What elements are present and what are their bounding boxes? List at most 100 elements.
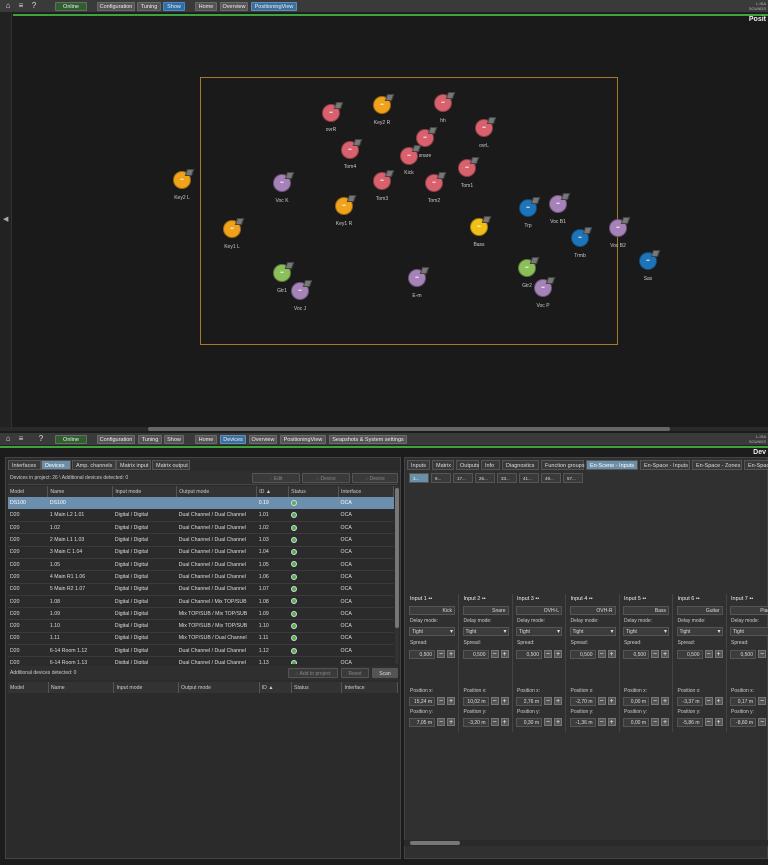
help-icon[interactable]: ? <box>29 1 39 11</box>
vertical-scrollbar[interactable] <box>395 486 399 664</box>
tab-diagnostics[interactable]: Diagnostics <box>502 460 539 470</box>
menu-icon[interactable]: ≡ <box>16 434 26 444</box>
tab-matrix-output[interactable]: Matrix output <box>152 460 190 470</box>
decrease-button[interactable]: − <box>758 650 766 658</box>
table-row[interactable]: D20 1.02 Digital / Digital Dual Channel / D… <box>8 521 394 535</box>
page-tab[interactable]: 49... <box>541 473 561 483</box>
input-node[interactable]: •• <box>322 102 344 122</box>
table-row[interactable]: D20 1 Main L2 1.01 Digital / Digital Dual C… <box>8 509 394 523</box>
input-name-field[interactable]: Guitar <box>676 606 723 615</box>
online-button[interactable]: Online <box>55 435 87 444</box>
tab-inputs[interactable]: Inputs <box>407 460 430 470</box>
input-name-field[interactable]: Bass <box>623 606 669 615</box>
column-header[interactable]: Model <box>8 486 49 497</box>
increase-button[interactable]: + <box>447 697 455 705</box>
increase-button[interactable]: + <box>714 718 723 726</box>
input-name-field[interactable]: OVH-L <box>516 606 562 615</box>
position-x-value[interactable]: 15,24 m <box>409 697 435 706</box>
configuration-button[interactable]: Configuration <box>97 435 135 444</box>
home-icon[interactable]: ⌂ <box>3 434 13 444</box>
scrollbar-thumb[interactable] <box>410 841 460 845</box>
page-tab[interactable]: 25... <box>475 473 495 483</box>
delay-mode-select[interactable]: Tight▾ <box>569 627 616 637</box>
node-handle-icon[interactable] <box>650 250 661 257</box>
tab-overview[interactable]: Overview <box>220 2 248 11</box>
position-x-value[interactable]: -3,37 m <box>676 697 703 706</box>
column-header[interactable]: Status <box>291 682 343 693</box>
add-to-project-button[interactable]: ◌ Add to project <box>288 668 338 678</box>
delay-mode-select[interactable]: Tight▾ <box>623 627 669 636</box>
input-name-field[interactable]: Piano <box>730 606 768 615</box>
table-row[interactable]: DS100 DS100 0.19 OCA <box>8 497 394 510</box>
table-row[interactable]: D20 1.08 Digital / Digital Dual Channel / M… <box>8 595 394 609</box>
input-node[interactable]: •• <box>425 172 447 192</box>
input-node[interactable]: •• <box>518 257 540 277</box>
input-node[interactable]: •• <box>609 217 631 237</box>
scrollbar-thumb[interactable] <box>148 427 670 431</box>
increase-button[interactable]: + <box>714 650 723 658</box>
chevron-down-icon[interactable]: ▾ <box>610 628 613 637</box>
increase-button[interactable]: + <box>554 718 562 726</box>
table-row[interactable]: D20 4 Main R1 1.06 Digital / Digital Dual C… <box>8 570 394 584</box>
add-device-button[interactable]: ◌ Device <box>352 473 398 483</box>
show-button[interactable]: Show <box>164 435 184 444</box>
position-x-value[interactable]: 0,17 m <box>730 697 756 706</box>
positioning-canvas[interactable]: ◀ Posit •• ovrR •• Key2 R •• hh •• ovrL •• snare •… <box>0 13 768 431</box>
decrease-button[interactable]: − <box>704 718 713 726</box>
tab-devices[interactable]: Devices <box>41 460 71 470</box>
decrease-button[interactable]: − <box>490 697 499 705</box>
increase-button[interactable]: + <box>500 650 509 658</box>
column-header[interactable]: Interface <box>341 682 398 693</box>
column-header[interactable]: Name <box>48 682 115 693</box>
input-node[interactable]: •• <box>335 195 357 215</box>
tab-function-groups[interactable]: Function groups <box>541 460 584 470</box>
page-tab[interactable]: 57... <box>563 473 583 483</box>
chevron-down-icon[interactable]: ▾ <box>450 628 453 637</box>
position-y-value[interactable]: -8,60 m <box>730 718 756 727</box>
input-node[interactable]: •• <box>291 280 313 300</box>
position-x-value[interactable]: 0,00 m <box>623 697 649 706</box>
tab-matrix[interactable]: Matrix <box>432 460 454 470</box>
delay-mode-select[interactable]: Tight▾ <box>409 627 455 636</box>
increase-button[interactable]: + <box>607 650 616 658</box>
decrease-button[interactable]: − <box>651 697 659 705</box>
tab-en-scene-inputs[interactable]: En-Scene - Inputs <box>586 460 638 470</box>
increase-button[interactable]: + <box>661 650 669 658</box>
delay-mode-select[interactable]: Tight▾ <box>462 627 509 636</box>
tab-info[interactable]: Info <box>481 460 500 470</box>
position-y-value[interactable]: 0,30 m <box>516 718 542 727</box>
decrease-button[interactable]: − <box>544 650 552 658</box>
spread-value[interactable]: 0,500 <box>569 650 596 659</box>
decrease-button[interactable]: − <box>597 718 606 726</box>
input-name-field[interactable]: Snare <box>462 606 509 615</box>
tab-home[interactable]: Home <box>195 2 217 11</box>
input-node[interactable]: •• <box>549 193 571 213</box>
input-node[interactable]: •• <box>273 172 295 192</box>
decrease-button[interactable]: − <box>704 650 713 658</box>
decrease-button[interactable]: − <box>651 718 659 726</box>
tuning-button[interactable]: Tuning <box>138 435 162 444</box>
scan-button[interactable]: Scan <box>372 668 398 678</box>
increase-button[interactable]: + <box>661 718 669 726</box>
decrease-button[interactable]: − <box>490 650 499 658</box>
tab-en-space-inputs[interactable]: En-Space - Inputs <box>744 460 768 470</box>
input-node[interactable]: •• <box>534 277 556 297</box>
column-header[interactable]: Output mode <box>176 486 258 497</box>
spread-value[interactable]: 0,500 <box>409 650 435 659</box>
page-tab[interactable]: 41... <box>519 473 539 483</box>
tab-matrix-input[interactable]: Matrix input <box>116 460 151 470</box>
decrease-button[interactable]: − <box>544 697 552 705</box>
tab-interfaces[interactable]: Interfaces <box>8 460 41 470</box>
increase-button[interactable]: + <box>554 650 562 658</box>
decrease-button[interactable]: − <box>758 697 766 705</box>
tab-positioning-view[interactable]: PositioningView <box>280 435 326 444</box>
input-node[interactable]: •• <box>470 216 492 236</box>
increase-button[interactable]: + <box>714 697 723 705</box>
decrease-button[interactable]: − <box>597 697 606 705</box>
chevron-left-icon[interactable]: ◀ <box>3 215 8 223</box>
delay-mode-select[interactable]: Tight▾ <box>516 627 562 636</box>
tab-devices[interactable]: Devices <box>220 435 246 444</box>
scene-horizontal-scrollbar[interactable] <box>404 840 768 846</box>
home-icon[interactable]: ⌂ <box>3 1 13 11</box>
position-y-value[interactable]: 7,05 m <box>409 718 435 727</box>
